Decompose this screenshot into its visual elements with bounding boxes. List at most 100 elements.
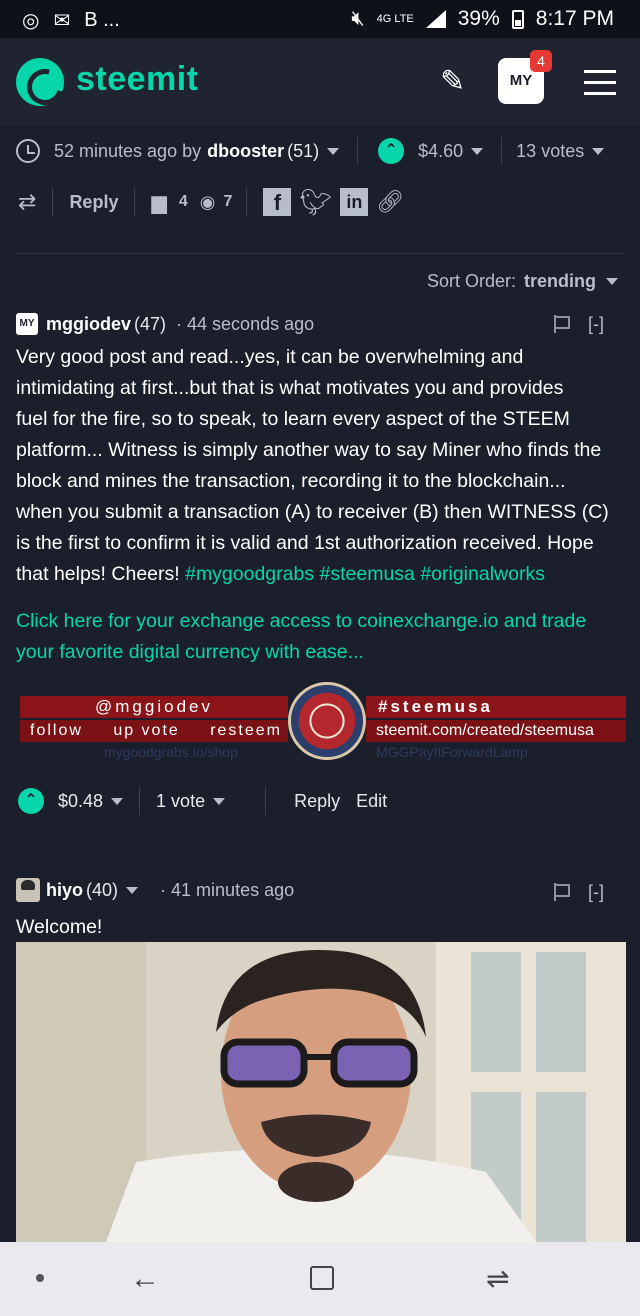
- battery-percent: 39%: [457, 7, 500, 30]
- divider: [134, 188, 136, 216]
- banner-url: steemit.com/created/steemusa: [366, 720, 626, 742]
- comment-votes[interactable]: 1 vote: [156, 791, 205, 812]
- comments-icon[interactable]: ▆: [151, 190, 166, 215]
- facebook-icon[interactable]: f: [263, 188, 292, 216]
- promo-link[interactable]: Click here for your exchange access to c…: [16, 606, 628, 668]
- comment-line-text: that helps! Cheers!: [16, 563, 186, 585]
- sort-order[interactable]: Sort Order: trending: [427, 268, 618, 294]
- comment-footer: ⌃ $0.48 1 vote Reply Edit: [18, 786, 387, 816]
- chrome-icon: ◎: [22, 10, 40, 32]
- divider: [265, 787, 267, 815]
- chevron-down-icon[interactable]: [213, 797, 226, 805]
- link-icon[interactable]: 🔗︎: [376, 189, 404, 215]
- promo-link-line[interactable]: Click here for your exchange access to c…: [16, 606, 628, 637]
- comment-controls: [-]: [554, 880, 604, 904]
- linkedin-icon[interactable]: in: [340, 188, 369, 216]
- clock-time: 8:17 PM: [535, 7, 614, 30]
- flag-icon[interactable]: [554, 883, 570, 901]
- divider: [501, 137, 503, 165]
- comment-line: is the first to confirm it is valid and …: [16, 532, 594, 554]
- divider: [52, 188, 54, 216]
- chevron-down-icon[interactable]: [111, 797, 124, 805]
- promo-link-line[interactable]: your favorite digital currency with ease…: [16, 637, 628, 668]
- post-author-rep: (51): [287, 140, 320, 161]
- steem-seal-icon: [288, 682, 366, 760]
- post-meta-row: 52 minutes ago by dbooster (51) ⌃ $4.60 …: [16, 136, 605, 166]
- comment-body: Very good post and read...yes, it can be…: [16, 342, 628, 590]
- mail-icon: ✉: [53, 10, 71, 32]
- divider: [139, 787, 141, 815]
- home-icon[interactable]: [310, 1266, 334, 1290]
- post-votes[interactable]: 13 votes: [516, 141, 584, 162]
- sort-value[interactable]: trending: [524, 271, 596, 292]
- signal-icon: [425, 10, 446, 28]
- divider: [16, 253, 624, 254]
- android-nav-bar: ← ⇌: [0, 1242, 640, 1316]
- eye-icon: ◉: [199, 191, 216, 212]
- steemusa-banner[interactable]: @mggiodev follow up vote resteem #steemu…: [20, 682, 626, 760]
- banner-actions: follow up vote resteem: [20, 720, 288, 742]
- hamburger-menu-icon[interactable]: [584, 70, 616, 96]
- comment-line: fuel for the fire, so to speak, to learn…: [16, 408, 570, 430]
- comment-time[interactable]: · 41 minutes ago: [160, 880, 294, 901]
- collapse-toggle[interactable]: [-]: [588, 882, 604, 903]
- comment-author[interactable]: hiyo: [46, 880, 83, 901]
- comment-edit-button[interactable]: Edit: [356, 791, 387, 812]
- status-bar: ◎ ✉ B ... 🔇︎ 4G LTE 39% 8:17 PM: [0, 0, 640, 38]
- comment-avatar[interactable]: MY: [16, 313, 38, 335]
- comment-line: intimidating at first...but that is what…: [16, 377, 564, 399]
- comment-avatar[interactable]: [16, 878, 40, 902]
- post-author[interactable]: dbooster: [207, 141, 284, 162]
- collapse-toggle[interactable]: [-]: [588, 314, 604, 335]
- comment-payout[interactable]: $0.48: [58, 791, 103, 812]
- post-reply-button[interactable]: Reply: [69, 192, 118, 213]
- divider: [246, 188, 248, 216]
- comment-line: Very good post and read...yes, it can be…: [16, 346, 524, 368]
- clock-icon: [16, 139, 40, 163]
- steemit-logo-icon[interactable]: [16, 58, 64, 106]
- mute-icon: 🔇︎: [351, 7, 365, 30]
- comment-line: that helps! Cheers! #mygoodgrabs #steemu…: [16, 559, 628, 590]
- comment-line: platform... Witness is simply another wa…: [16, 439, 602, 461]
- chevron-down-icon[interactable]: [471, 147, 484, 155]
- chevron-down-icon[interactable]: [126, 886, 139, 894]
- chevron-down-icon[interactable]: [327, 147, 340, 155]
- status-left-label: B ...: [84, 9, 120, 31]
- banner-hashtag: #steemusa: [366, 696, 626, 718]
- comment-reply-button[interactable]: Reply: [294, 791, 340, 812]
- comment-header: MY mggiodev (47) · 44 seconds ago: [16, 310, 314, 338]
- views-count: 7: [223, 193, 233, 210]
- upvote-button[interactable]: ⌃: [18, 788, 44, 814]
- comment-gif-image: [16, 942, 626, 1242]
- comment-author-rep: (47): [134, 313, 167, 334]
- flag-icon[interactable]: [554, 315, 570, 333]
- comment-header: hiyo (40) · 41 minutes ago: [16, 876, 294, 904]
- sort-label: Sort Order:: [426, 270, 516, 291]
- post-payout[interactable]: $4.60: [418, 141, 463, 162]
- back-icon[interactable]: ←: [130, 1262, 160, 1296]
- notification-badge: 4: [530, 50, 552, 72]
- comment-author-rep: (40): [86, 879, 119, 900]
- banner-resteem: resteem: [210, 722, 282, 739]
- comment-time[interactable]: · 44 seconds ago: [176, 314, 314, 335]
- logo-text[interactable]: steemit: [76, 60, 199, 99]
- banner-upvote: up vote: [113, 722, 180, 739]
- recents-icon[interactable]: ⇌: [486, 1262, 509, 1295]
- chevron-down-icon[interactable]: [606, 277, 618, 285]
- twitter-icon[interactable]: 🐦︎: [299, 187, 332, 218]
- banner-faint-left: mygoodgrabs.io/shop: [104, 744, 238, 760]
- resteem-icon[interactable]: ⇄: [18, 189, 36, 215]
- post-actions-row: ⇄ Reply ▆ 4 ◉ 7 f 🐦︎ in 🔗︎: [18, 186, 404, 218]
- hashtag-links[interactable]: #mygoodgrabs #steemusa #originalworks: [185, 563, 545, 585]
- network-label: 4G LTE: [376, 13, 414, 25]
- app-header: steemit ✎ MY 4: [0, 38, 640, 126]
- upvote-button[interactable]: ⌃: [378, 138, 405, 164]
- chevron-down-icon[interactable]: [592, 147, 605, 155]
- comment-author[interactable]: mggiodev: [46, 314, 131, 335]
- battery-icon: [511, 9, 524, 29]
- comment-line: block and mines the transaction, recordi…: [16, 470, 566, 492]
- pen-icon[interactable]: ✎: [440, 64, 474, 98]
- dot-indicator-icon: [36, 1274, 44, 1282]
- banner-handle: @mggiodev: [20, 696, 288, 718]
- comment-line: when you submit a transaction (A) to rec…: [16, 501, 609, 523]
